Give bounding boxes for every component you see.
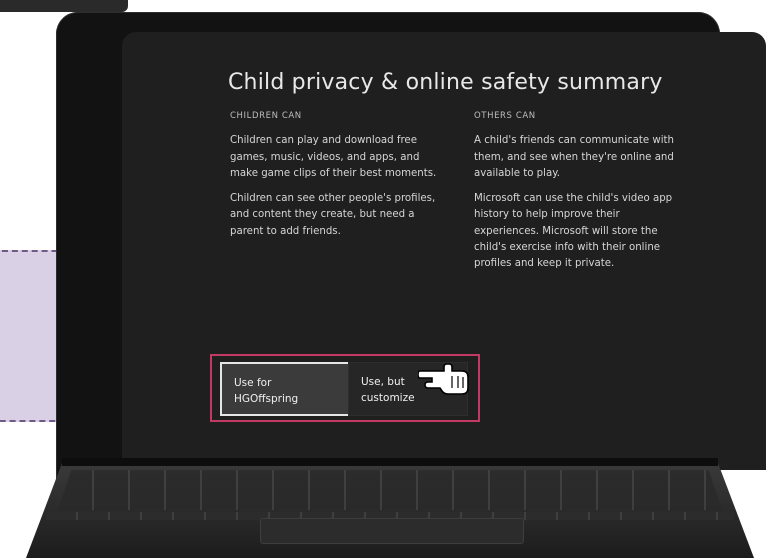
keyboard-keys bbox=[58, 470, 722, 510]
children-can-paragraph-1: Children can play and download free game… bbox=[230, 135, 437, 179]
laptop-bezel: Child privacy & online safety summary CH… bbox=[56, 12, 766, 482]
trackpad bbox=[260, 518, 524, 544]
page-title: Child privacy & online safety summary bbox=[228, 70, 663, 95]
laptop-screen: Child privacy & online safety summary CH… bbox=[122, 32, 766, 470]
pointing-hand-icon bbox=[417, 362, 470, 396]
children-can-paragraph-2: Children can see other people's profiles… bbox=[230, 193, 436, 237]
stage: Child privacy & online safety summary CH… bbox=[0, 0, 768, 558]
children-can-heading: CHILDREN CAN bbox=[230, 111, 302, 121]
children-can-column: CHILDREN CAN Children can play and downl… bbox=[230, 108, 440, 249]
hinge bbox=[62, 458, 718, 466]
top-tab-fragment bbox=[0, 0, 128, 12]
others-can-paragraph-2: Microsoft can use the child's video app … bbox=[474, 193, 673, 270]
others-can-heading: OTHERS CAN bbox=[474, 111, 536, 121]
use-for-child-button[interactable]: Use for HGOffspring bbox=[220, 362, 352, 416]
others-can-column: OTHERS CAN A child's friends can communi… bbox=[474, 108, 684, 282]
others-can-paragraph-1: A child's friends can communicate with t… bbox=[474, 135, 675, 179]
